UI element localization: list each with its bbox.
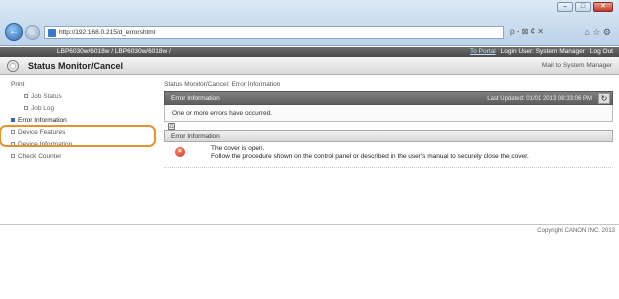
to-portal-link[interactable]: To Portal — [470, 48, 496, 55]
error-summary: One or more errors have occurred. — [164, 105, 613, 122]
browser-toolbar-icons[interactable]: ⌂ ☆ ⚙ — [584, 27, 611, 38]
maximize-button[interactable]: □ — [575, 2, 591, 12]
breadcrumb: Status Monitor/Cancel: Error Information — [164, 81, 281, 88]
title-bar: Status Monitor/Cancel Mail to System Man… — [0, 57, 619, 75]
page-favicon-icon — [48, 28, 56, 37]
back-button[interactable]: ← — [5, 23, 23, 41]
refresh-icon[interactable]: ↻ — [598, 93, 610, 104]
last-updated-text: Last Updated: 01/01 2013 08:33:06 PM — [487, 96, 592, 102]
address-bar[interactable]: http://192.168.0.215/d_errorshtml — [44, 26, 504, 39]
sidebar-item-label: Job Status — [31, 93, 62, 100]
sidebar-item-label: Job Log — [31, 105, 55, 112]
status-monitor-icon — [7, 60, 19, 72]
footer-divider — [0, 224, 619, 225]
bullet-icon — [24, 106, 28, 111]
bullet-icon — [24, 94, 28, 99]
sidebar-item-check-counter[interactable]: Check Counter — [6, 151, 152, 163]
sidebar-item-job-status[interactable]: Job Status — [6, 91, 152, 103]
sidebar: Print Job Status Job Log Error Informati… — [6, 79, 152, 163]
panel-title: Error Information — [171, 95, 220, 102]
header-links: To Portal Login User: System Manager Log… — [470, 48, 613, 55]
sidebar-item-print: Print — [6, 79, 152, 91]
address-tools[interactable]: ρ - ⊠ ¢ ✕ — [510, 27, 544, 36]
minimize-button[interactable]: – — [557, 2, 573, 12]
selection-highlight — [0, 125, 156, 147]
device-model: LBP6030w/6018w / LBP6030w/6018w / — [57, 48, 171, 55]
bullet-icon — [11, 154, 15, 159]
bullet-icon — [11, 118, 15, 123]
error-text: The cover is open. Follow the procedure … — [211, 145, 529, 161]
error-title: The cover is open. — [211, 145, 265, 152]
error-row: × The cover is open. Follow the procedur… — [164, 142, 613, 168]
close-window-button[interactable]: ✕ — [593, 2, 613, 12]
sidebar-item-label: Error Information — [18, 117, 67, 124]
login-user-text: Login User: System Manager — [500, 48, 585, 55]
sidebar-item-label: Print — [11, 81, 25, 88]
url-text: http://192.168.0.215/d_errorshtml — [59, 29, 156, 36]
window-controls: – □ ✕ — [557, 2, 613, 12]
logout-link[interactable]: Log Out — [590, 48, 613, 55]
copyright: Copyright CANON INC. 2013 — [537, 228, 615, 234]
main-content: Status Monitor/Cancel: Error Information… — [164, 79, 613, 168]
error-detail: Follow the procedure shown on the contro… — [211, 153, 529, 160]
browser-chrome: – □ ✕ ← → http://192.168.0.215/d_errorsh… — [0, 0, 619, 46]
mail-to-system-manager-link[interactable]: Mail to System Manager — [542, 62, 612, 69]
sidebar-item-label: Check Counter — [18, 153, 62, 160]
forward-button[interactable]: → — [25, 25, 40, 40]
sidebar-item-job-log[interactable]: Job Log — [6, 103, 152, 115]
section-title: Error Information — [164, 130, 613, 142]
error-icon: × — [175, 147, 185, 157]
top-header-bar: LBP6030w/6018w / LBP6030w/6018w / To Por… — [0, 47, 619, 57]
collapse-icon[interactable]: △ — [168, 123, 175, 130]
page-title: Status Monitor/Cancel — [28, 61, 124, 71]
error-information-panel-header: Error Information Last Updated: 01/01 20… — [164, 91, 613, 105]
